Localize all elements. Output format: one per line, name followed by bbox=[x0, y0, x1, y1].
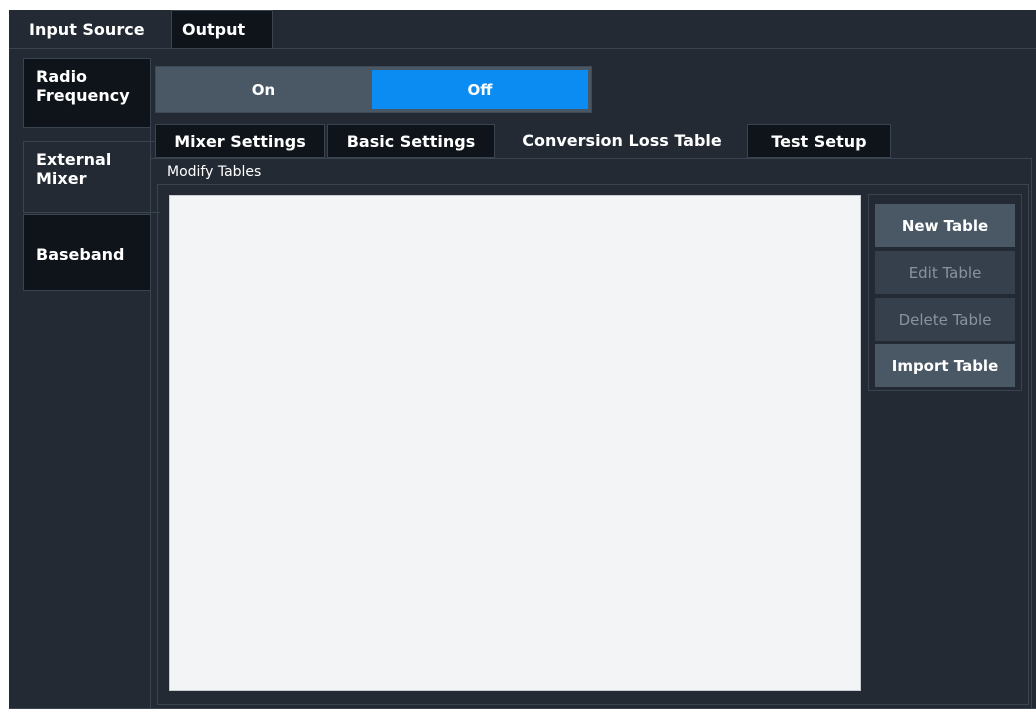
tab-basic-settings[interactable]: Basic Settings bbox=[327, 124, 495, 158]
tab-conversion-loss-table[interactable]: Conversion Loss Table bbox=[497, 122, 747, 158]
tab-mixer-settings[interactable]: Mixer Settings bbox=[155, 124, 325, 158]
delete-table-button[interactable]: Delete Table bbox=[875, 298, 1015, 341]
sidebar-item-radio-frequency[interactable]: Radio Frequency bbox=[23, 58, 151, 128]
tab-input-source[interactable]: Input Source bbox=[19, 10, 171, 48]
mixer-state-toggle[interactable]: On Off bbox=[155, 66, 592, 113]
sidebar-item-label: Frequency bbox=[36, 86, 130, 105]
sidebar-item-label: Mixer bbox=[36, 169, 87, 188]
tab-output[interactable]: Output bbox=[171, 10, 273, 48]
sidebar-item-label: Baseband bbox=[36, 245, 125, 264]
import-table-button[interactable]: Import Table bbox=[875, 344, 1015, 387]
sidebar-item-external-mixer[interactable]: External Mixer bbox=[23, 141, 160, 213]
tab-test-setup[interactable]: Test Setup bbox=[747, 124, 891, 158]
new-table-button[interactable]: New Table bbox=[875, 204, 1015, 247]
edit-table-button[interactable]: Edit Table bbox=[875, 251, 1015, 294]
group-title: Modify Tables bbox=[167, 164, 262, 180]
sidebar-item-label: Radio bbox=[36, 67, 88, 86]
toggle-off-option[interactable]: Off bbox=[372, 70, 588, 109]
sidebar-item-label: External bbox=[36, 150, 112, 169]
tab-divider bbox=[9, 48, 1036, 49]
conversion-loss-table-list[interactable] bbox=[169, 195, 861, 691]
toggle-on-option[interactable]: On bbox=[156, 67, 371, 112]
sidebar-item-baseband[interactable]: Baseband bbox=[23, 214, 151, 291]
input-source-dialog: Input Source Output Radio Frequency Exte… bbox=[9, 10, 1036, 709]
